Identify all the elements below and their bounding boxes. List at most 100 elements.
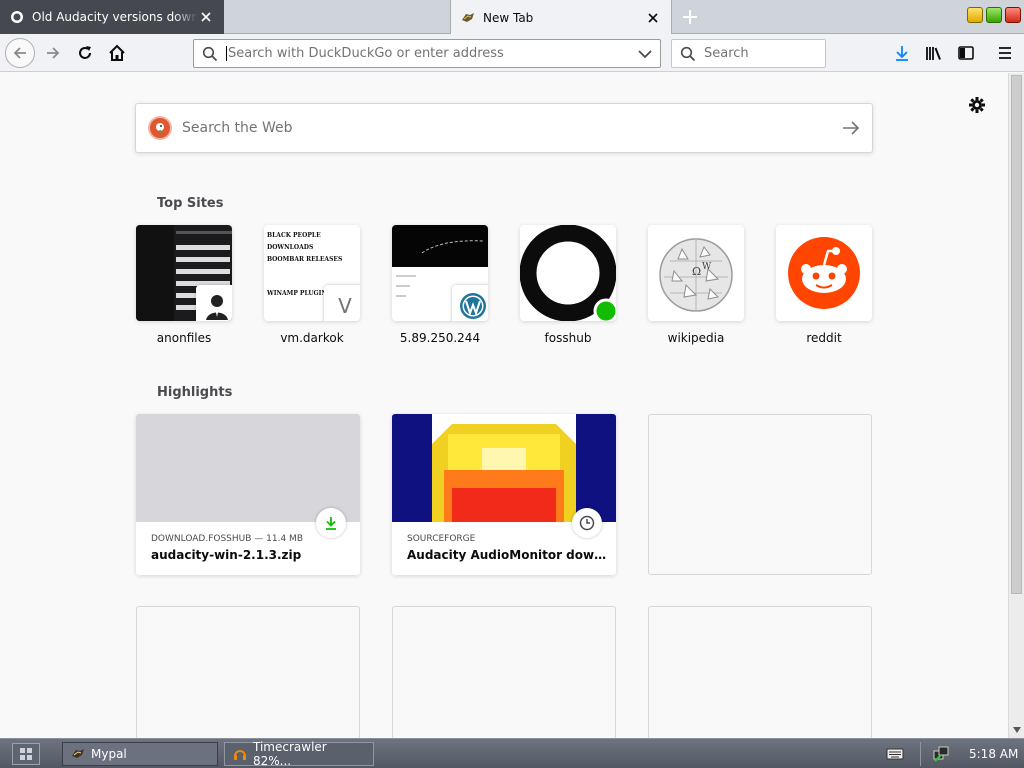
web-search-input[interactable]: Search the Web: [182, 120, 842, 136]
site-thumbnail: [776, 225, 872, 321]
svg-text:Ω: Ω: [692, 265, 701, 278]
top-sites-heading: Top Sites: [157, 196, 224, 211]
downloads-button[interactable]: [887, 38, 917, 68]
grid-icon: [20, 748, 32, 760]
thumb-heading: DOWNLOADS: [267, 244, 314, 251]
highlight-context: SOURCEFORGE: [407, 534, 476, 544]
forward-arrow-icon: [47, 47, 60, 59]
url-input[interactable]: Search with DuckDuckGo or enter address: [226, 46, 638, 61]
tab-title: New Tab: [483, 10, 534, 25]
thumb-heading: BLACK PEOPLE: [267, 232, 321, 239]
site-thumbnail: Ω W: [648, 225, 744, 321]
highlight-placeholder: [392, 606, 616, 738]
site-favicon-icon: [11, 11, 23, 23]
top-site-label: vm.darkok: [280, 331, 344, 345]
site-thumbnail: [392, 225, 488, 321]
highlight-title: Audacity AudioMonitor downloa...: [407, 548, 607, 562]
forward-button[interactable]: [38, 38, 68, 68]
highlight-placeholder: [136, 606, 360, 738]
history-clock-icon: [572, 508, 602, 538]
top-site-tile[interactable]: fosshub: [520, 225, 616, 345]
fosshub-logo-icon: [520, 225, 616, 321]
highlight-card[interactable]: DOWNLOAD.FOSSHUB — 11.4 MB audacity-win-…: [136, 414, 360, 575]
wikipedia-globe-icon: Ω W: [659, 238, 733, 312]
search-input[interactable]: Search: [704, 46, 749, 61]
reload-icon: [79, 46, 91, 59]
site-thumbnail: BLACK PEOPLE DOWNLOADS BOOMBAR RELEASES …: [264, 225, 360, 321]
site-thumbnail: [520, 225, 616, 321]
thumb-heading: BOOMBAR RELEASES: [267, 256, 343, 263]
scrollbar-thumb[interactable]: [1011, 75, 1022, 594]
url-bar[interactable]: Search with DuckDuckGo or enter address: [193, 39, 661, 68]
top-site-tile[interactable]: reddit: [776, 225, 872, 345]
highlight-title: audacity-win-2.1.3.zip: [151, 548, 302, 562]
customize-button[interactable]: [966, 94, 988, 116]
reddit-logo-icon: [788, 237, 860, 309]
taskbar-item-mypal[interactable]: Mypal: [62, 742, 218, 766]
highlight-card[interactable]: SOURCEFORGE Audacity AudioMonitor downlo…: [392, 414, 616, 575]
top-site-tile[interactable]: Ω W wikipedia: [648, 225, 744, 345]
top-site-label: 5.89.250.244: [399, 331, 481, 345]
home-button[interactable]: [102, 38, 132, 68]
new-tab-page: Search the Web Top Sites anonfiles BLACK: [0, 73, 1008, 738]
top-site-label: wikipedia: [667, 331, 725, 345]
sidebar-icon: [958, 46, 974, 60]
chevron-down-icon[interactable]: [638, 49, 652, 59]
back-arrow-icon: [13, 47, 26, 59]
highlight-image: [392, 414, 616, 522]
highlight-placeholder: [648, 414, 872, 575]
close-tab-icon[interactable]: [198, 9, 214, 25]
new-tab-button[interactable]: [678, 5, 702, 29]
highlight-image: [136, 414, 360, 522]
search-bar[interactable]: Search: [671, 39, 826, 68]
maximize-button[interactable]: [986, 7, 1002, 23]
sidebar-button[interactable]: [951, 38, 981, 68]
anonfiles-favicon-icon: [196, 285, 232, 321]
arrow-right-icon[interactable]: [842, 120, 860, 136]
web-search-box[interactable]: Search the Web: [135, 103, 873, 153]
vertical-scrollbar[interactable]: [1008, 73, 1024, 738]
tab-new-tab[interactable]: New Tab: [450, 0, 672, 35]
start-menu-button[interactable]: [12, 743, 40, 765]
hamburger-menu-icon: [999, 47, 1011, 59]
site-letter-badge: V: [324, 285, 360, 321]
gear-icon: [969, 97, 985, 113]
taskbar-item-timecrawler[interactable]: Timecrawler 82%...: [224, 740, 374, 768]
home-icon: [109, 44, 125, 61]
tab-old-audacity[interactable]: Old Audacity versions downl: [0, 0, 224, 34]
highlights-heading: Highlights: [157, 385, 233, 400]
close-tab-icon[interactable]: [645, 10, 661, 26]
tab-strip: Old Audacity versions downl New Tab: [0, 0, 1024, 35]
system-tray: 5:18 AM: [920, 742, 1024, 766]
top-site-tile[interactable]: BLACK PEOPLE DOWNLOADS BOOMBAR RELEASES …: [264, 225, 360, 345]
task-label: Timecrawler 82%...: [253, 740, 327, 768]
svg-text:W: W: [702, 262, 712, 272]
top-site-tile[interactable]: 5.89.250.244: [392, 225, 488, 345]
minimize-button[interactable]: [967, 7, 983, 23]
search-icon: [202, 46, 218, 61]
highlight-placeholder: [648, 606, 872, 738]
site-letter: V: [338, 294, 352, 318]
clock: 5:18 AM: [969, 747, 1019, 761]
close-window-button[interactable]: [1005, 7, 1021, 23]
reload-button[interactable]: [70, 38, 100, 68]
task-label: Mypal: [91, 747, 127, 761]
wordpress-icon: [452, 285, 488, 321]
library-button[interactable]: [919, 38, 949, 68]
taskbar: Mypal Timecrawler 82%... 5:18 AM: [0, 738, 1024, 768]
network-icon[interactable]: [933, 746, 949, 762]
library-icon: [926, 47, 941, 60]
mypal-favicon-icon: [462, 12, 474, 22]
top-site-label: anonfiles: [156, 331, 212, 345]
plus-icon: [683, 10, 697, 24]
top-site-tile[interactable]: anonfiles: [136, 225, 232, 345]
menu-button[interactable]: [990, 38, 1020, 68]
back-button[interactable]: [5, 38, 35, 68]
keyboard-icon[interactable]: [886, 747, 904, 761]
headphones-icon: [234, 750, 246, 760]
download-icon: [896, 46, 908, 61]
download-type-icon: [316, 508, 346, 538]
scroll-down-icon[interactable]: [1009, 722, 1024, 738]
top-site-label: fosshub: [544, 331, 592, 345]
tab-title: Old Audacity versions downl: [32, 10, 198, 24]
